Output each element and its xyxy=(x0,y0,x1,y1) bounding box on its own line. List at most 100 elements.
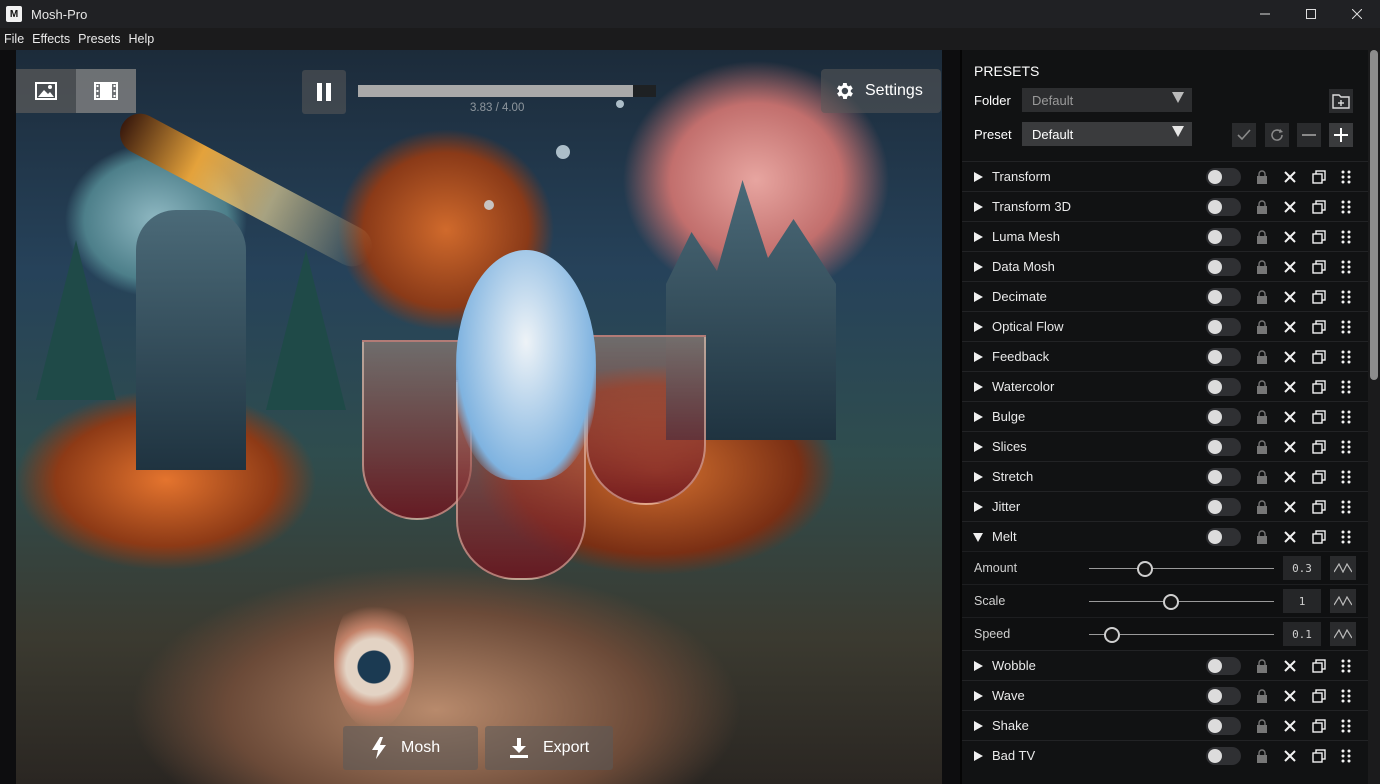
expand-triangle-icon[interactable] xyxy=(974,382,983,392)
effect-row[interactable]: Feedback xyxy=(962,341,1368,371)
playback-progress-bar[interactable] xyxy=(358,85,656,97)
modulate-button[interactable] xyxy=(1330,589,1356,613)
expand-triangle-icon[interactable] xyxy=(974,721,983,731)
effect-row[interactable]: Data Mosh xyxy=(962,251,1368,281)
effect-enable-toggle[interactable] xyxy=(1206,747,1241,765)
minimize-button[interactable] xyxy=(1242,0,1288,28)
remove-icon[interactable] xyxy=(1282,688,1298,704)
remove-icon[interactable] xyxy=(1282,529,1298,545)
lock-icon[interactable] xyxy=(1254,529,1270,545)
menu-help[interactable]: Help xyxy=(125,32,159,46)
expand-triangle-icon[interactable] xyxy=(974,412,983,422)
expand-triangle-icon[interactable] xyxy=(974,691,983,701)
drag-handle-icon[interactable] xyxy=(1338,289,1354,305)
duplicate-icon[interactable] xyxy=(1311,169,1327,185)
effect-enable-toggle[interactable] xyxy=(1206,258,1241,276)
lock-icon[interactable] xyxy=(1254,499,1270,515)
folder-select[interactable]: Default xyxy=(1022,88,1192,112)
expand-triangle-icon[interactable] xyxy=(974,352,983,362)
remove-icon[interactable] xyxy=(1282,229,1298,245)
remove-icon[interactable] xyxy=(1282,658,1298,674)
expand-triangle-icon[interactable] xyxy=(974,502,983,512)
lock-icon[interactable] xyxy=(1254,658,1270,674)
param-slider-track[interactable] xyxy=(1089,601,1274,602)
param-slider-knob[interactable] xyxy=(1137,561,1154,577)
export-button[interactable]: Export xyxy=(485,726,613,770)
expand-triangle-icon[interactable] xyxy=(974,661,983,671)
effect-row[interactable]: Bulge xyxy=(962,401,1368,431)
drag-handle-icon[interactable] xyxy=(1338,718,1354,734)
expand-triangle-icon[interactable] xyxy=(974,262,983,272)
effect-row[interactable]: Bad TV xyxy=(962,740,1368,770)
new-folder-button[interactable] xyxy=(1329,89,1353,113)
param-slider-knob[interactable] xyxy=(1163,594,1180,610)
lock-icon[interactable] xyxy=(1254,748,1270,764)
preset-select[interactable]: Default xyxy=(1022,122,1192,146)
maximize-button[interactable] xyxy=(1288,0,1334,28)
modulate-button[interactable] xyxy=(1330,622,1356,646)
duplicate-icon[interactable] xyxy=(1311,259,1327,275)
close-button[interactable] xyxy=(1334,0,1380,28)
remove-icon[interactable] xyxy=(1282,199,1298,215)
effect-row[interactable]: Transform xyxy=(962,161,1368,191)
duplicate-icon[interactable] xyxy=(1311,289,1327,305)
duplicate-icon[interactable] xyxy=(1311,748,1327,764)
effect-enable-toggle[interactable] xyxy=(1206,408,1241,426)
param-value-field[interactable]: 0.1 xyxy=(1283,622,1321,646)
remove-icon[interactable] xyxy=(1282,409,1298,425)
duplicate-icon[interactable] xyxy=(1311,229,1327,245)
duplicate-icon[interactable] xyxy=(1311,529,1327,545)
param-slider-knob[interactable] xyxy=(1104,627,1121,643)
effect-row[interactable]: Wave xyxy=(962,680,1368,710)
drag-handle-icon[interactable] xyxy=(1338,499,1354,515)
effect-row[interactable]: Melt xyxy=(962,521,1368,551)
apply-preset-button[interactable] xyxy=(1232,123,1256,147)
lock-icon[interactable] xyxy=(1254,409,1270,425)
remove-icon[interactable] xyxy=(1282,349,1298,365)
effect-row[interactable]: Wobble xyxy=(962,650,1368,680)
drag-handle-icon[interactable] xyxy=(1338,259,1354,275)
expand-triangle-icon[interactable] xyxy=(974,172,983,182)
menu-file[interactable]: File xyxy=(0,32,28,46)
effect-enable-toggle[interactable] xyxy=(1206,348,1241,366)
effect-enable-toggle[interactable] xyxy=(1206,438,1241,456)
expand-triangle-icon[interactable] xyxy=(974,202,983,212)
effect-enable-toggle[interactable] xyxy=(1206,288,1241,306)
effect-row[interactable]: Stretch xyxy=(962,461,1368,491)
lock-icon[interactable] xyxy=(1254,469,1270,485)
add-preset-button[interactable] xyxy=(1329,123,1353,147)
param-value-field[interactable]: 0.3 xyxy=(1283,556,1321,580)
scrollbar-thumb[interactable] xyxy=(1370,50,1378,380)
mosh-button[interactable]: Mosh xyxy=(343,726,478,770)
menu-effects[interactable]: Effects xyxy=(28,32,74,46)
duplicate-icon[interactable] xyxy=(1311,658,1327,674)
effect-enable-toggle[interactable] xyxy=(1206,687,1241,705)
drag-handle-icon[interactable] xyxy=(1338,349,1354,365)
param-value-field[interactable]: 1 xyxy=(1283,589,1321,613)
duplicate-icon[interactable] xyxy=(1311,499,1327,515)
settings-button[interactable]: Settings xyxy=(821,69,941,113)
remove-icon[interactable] xyxy=(1282,289,1298,305)
lock-icon[interactable] xyxy=(1254,688,1270,704)
duplicate-icon[interactable] xyxy=(1311,469,1327,485)
effect-enable-toggle[interactable] xyxy=(1206,318,1241,336)
remove-icon[interactable] xyxy=(1282,169,1298,185)
remove-icon[interactable] xyxy=(1282,379,1298,395)
effect-enable-toggle[interactable] xyxy=(1206,378,1241,396)
expand-triangle-icon[interactable] xyxy=(974,232,983,242)
drag-handle-icon[interactable] xyxy=(1338,409,1354,425)
lock-icon[interactable] xyxy=(1254,718,1270,734)
effect-row[interactable]: Optical Flow xyxy=(962,311,1368,341)
image-mode-button[interactable] xyxy=(16,69,76,113)
effect-row[interactable]: Transform 3D xyxy=(962,191,1368,221)
effect-enable-toggle[interactable] xyxy=(1206,198,1241,216)
remove-preset-button[interactable] xyxy=(1297,123,1321,147)
lock-icon[interactable] xyxy=(1254,439,1270,455)
remove-icon[interactable] xyxy=(1282,319,1298,335)
lock-icon[interactable] xyxy=(1254,199,1270,215)
effect-row[interactable]: Slices xyxy=(962,431,1368,461)
effect-row[interactable]: Watercolor xyxy=(962,371,1368,401)
duplicate-icon[interactable] xyxy=(1311,349,1327,365)
duplicate-icon[interactable] xyxy=(1311,439,1327,455)
drag-handle-icon[interactable] xyxy=(1338,199,1354,215)
